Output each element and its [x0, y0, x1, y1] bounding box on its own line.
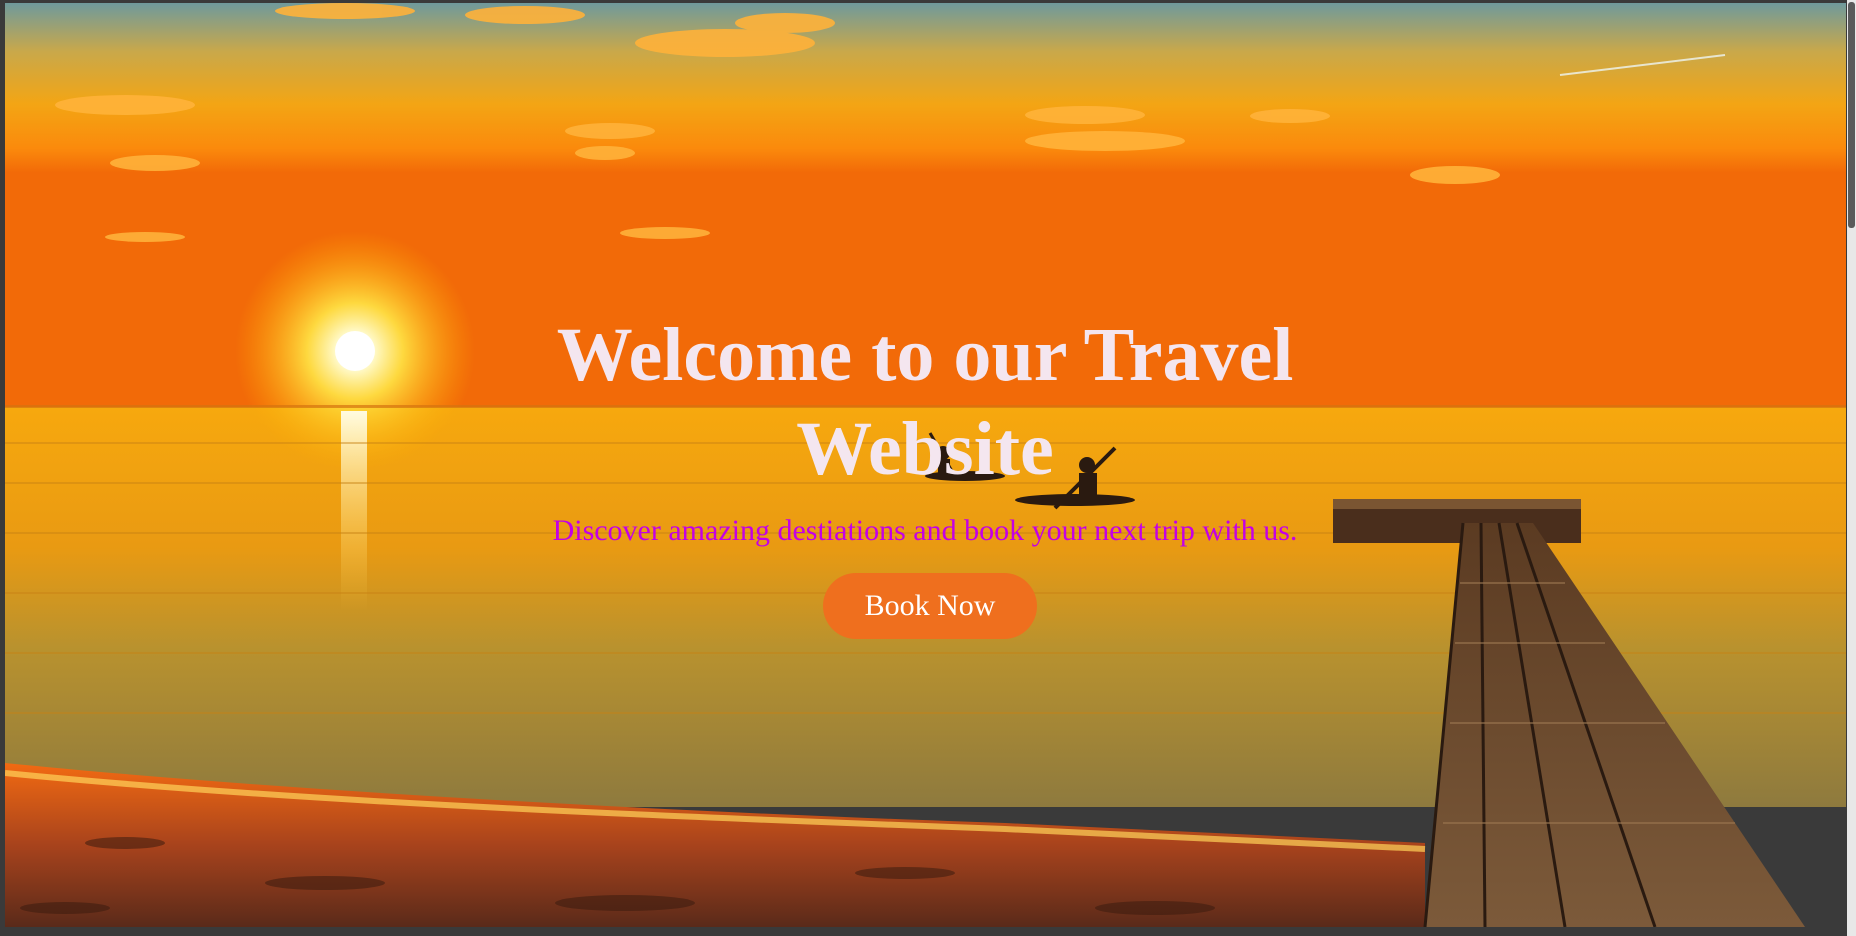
hero-title: Welcome to our Travel Website [556, 313, 1294, 491]
browser-viewport: Welcome to our Travel Website Discover a… [0, 0, 1856, 936]
book-now-button[interactable]: Book Now [823, 573, 1037, 639]
scrollbar-thumb[interactable] [1848, 2, 1855, 228]
hero-content: Welcome to our Travel Website Discover a… [5, 3, 1846, 927]
hero-subtitle: Discover amazing destiations and book yo… [552, 514, 1298, 547]
hero-section: Welcome to our Travel Website Discover a… [5, 3, 1846, 927]
page-scrollbar[interactable] [1847, 0, 1856, 936]
